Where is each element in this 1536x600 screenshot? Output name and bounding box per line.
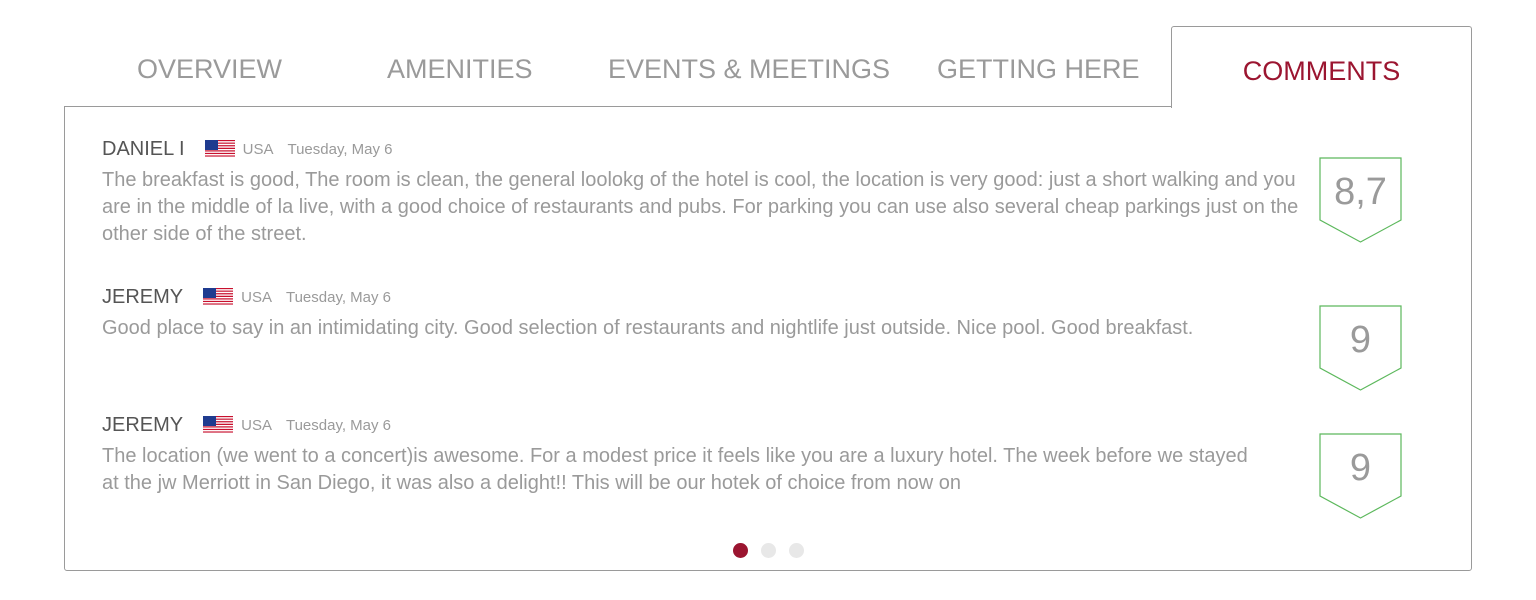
review-meta: JEREMY USA Tuesday, May 6 xyxy=(102,413,1302,437)
us-flag-icon xyxy=(203,416,234,434)
tab-bar: OVERVIEW AMENITIES EVENTS & MEETINGS GET… xyxy=(64,26,1472,108)
pagination-dots xyxy=(733,543,817,559)
tab-getting-here[interactable]: GETTING HERE xyxy=(937,54,1140,90)
comments-panel: DANIEL I USA Tuesday, May 6 The breakfas… xyxy=(64,106,1472,571)
review-date: Tuesday, May 6 xyxy=(285,416,392,434)
review-author: JEREMY xyxy=(102,413,184,436)
review-date: Tuesday, May 6 xyxy=(287,140,393,158)
review-meta: JEREMY USA Tuesday, May 6 xyxy=(102,285,1302,309)
us-flag-icon xyxy=(203,288,234,306)
review-text: Good place to say in an intimidating cit… xyxy=(102,317,1194,339)
review-score-badge: 8,7 xyxy=(1319,157,1402,243)
review-score: 8,7 xyxy=(1334,171,1387,213)
pagination-dot[interactable] xyxy=(733,543,748,558)
review-country: USA xyxy=(241,416,272,434)
review-date: Tuesday, May 6 xyxy=(285,288,392,306)
us-flag-icon xyxy=(204,140,235,158)
review-item: JEREMY USA Tuesday, May 6 Good place to … xyxy=(102,285,1302,342)
review-score-badge: 9 xyxy=(1319,433,1402,519)
tab-overview[interactable]: OVERVIEW xyxy=(137,54,282,90)
review-score: 9 xyxy=(1349,447,1372,489)
review-item: DANIEL I USA Tuesday, May 6 The breakfas… xyxy=(102,137,1302,248)
review-author: JEREMY xyxy=(102,285,184,308)
review-text: The breakfast is good, The room is clean… xyxy=(102,169,1299,245)
pagination-dot[interactable] xyxy=(761,543,776,558)
review-meta: DANIEL I USA Tuesday, May 6 xyxy=(102,137,1302,161)
tab-amenities[interactable]: AMENITIES xyxy=(387,54,533,90)
pagination-dot[interactable] xyxy=(789,543,804,558)
review-text: The location (we went to a concert)is aw… xyxy=(102,445,1248,494)
review-country: USA xyxy=(242,140,274,158)
review-score-badge: 9 xyxy=(1319,305,1402,391)
review-author: DANIEL I xyxy=(102,137,185,160)
review-score: 9 xyxy=(1349,319,1372,361)
tab-events-meetings[interactable]: EVENTS & MEETINGS xyxy=(608,54,890,90)
review-country: USA xyxy=(241,288,272,306)
review-item: JEREMY USA Tuesday, May 6 The location (… xyxy=(102,413,1302,497)
tab-comments[interactable]: COMMENTS xyxy=(1171,26,1472,108)
